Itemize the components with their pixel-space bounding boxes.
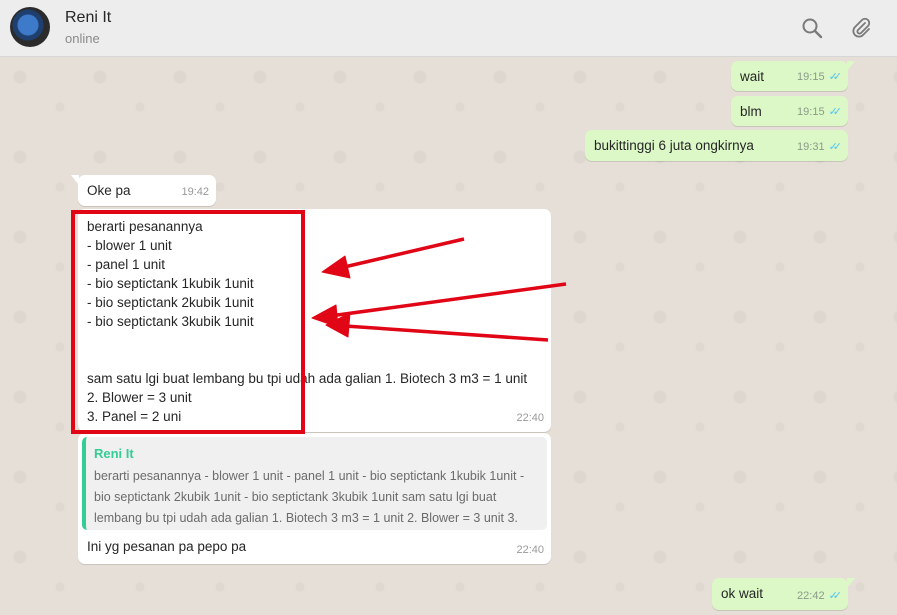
- read-ticks-icon: ✓✓: [828, 141, 843, 153]
- message-text: ok wait: [721, 586, 764, 601]
- message-time: 19:15: [797, 71, 825, 83]
- message-bubble-incoming-reply[interactable]: Reni It berarti pesanannya - blower 1 un…: [78, 433, 551, 564]
- message-meta: 19:15 ✓✓: [797, 103, 843, 122]
- message-meta: 22:40: [516, 409, 544, 428]
- message-time: 22:40: [516, 412, 544, 424]
- message-meta: 19:42: [181, 183, 209, 202]
- paperclip-icon[interactable]: [847, 14, 875, 42]
- message-bubble-outgoing[interactable]: wait 19:15 ✓✓: [731, 61, 855, 91]
- message-meta: 22:42 ✓✓: [797, 587, 843, 606]
- message-time: 19:42: [181, 186, 209, 198]
- read-ticks-icon: ✓✓: [828, 71, 843, 83]
- highlight-box: [71, 210, 305, 434]
- message-text: Ini yg pesanan pa pepo pa: [87, 539, 247, 554]
- avatar[interactable]: [10, 7, 50, 47]
- read-ticks-icon: ✓✓: [828, 106, 843, 118]
- chat-header: Reni It online: [0, 0, 897, 57]
- quoted-message[interactable]: Reni It berarti pesanannya - blower 1 un…: [82, 437, 547, 530]
- message-bubble-incoming[interactable]: Oke pa 19:42: [71, 175, 216, 206]
- message-text: Oke pa: [87, 183, 131, 198]
- message-time: 19:15: [797, 106, 825, 118]
- message-text: blm: [740, 104, 762, 119]
- message-time: 19:31: [797, 141, 825, 153]
- message-bubble-outgoing[interactable]: blm 19:15 ✓✓: [731, 96, 848, 126]
- message-bubble-outgoing[interactable]: ok wait 22:42 ✓✓: [712, 578, 855, 610]
- quote-author: Reni It: [94, 446, 134, 461]
- contact-status: online: [65, 31, 100, 46]
- quote-text: berarti pesanannya - blower 1 unit - pan…: [94, 469, 525, 525]
- read-ticks-icon: ✓✓: [828, 590, 843, 602]
- message-meta: 22:40: [516, 541, 544, 560]
- contact-name[interactable]: Reni It: [65, 9, 111, 27]
- message-meta: 19:15 ✓✓: [797, 68, 843, 87]
- message-meta: 19:31 ✓✓: [797, 138, 843, 157]
- message-time: 22:42: [797, 590, 825, 602]
- message-bubble-outgoing[interactable]: bukittinggi 6 juta ongkirnya 19:31 ✓✓: [585, 130, 848, 161]
- message-text: wait: [740, 69, 765, 84]
- message-text: bukittinggi 6 juta ongkirnya: [594, 138, 754, 153]
- message-time: 22:40: [516, 544, 544, 556]
- search-icon[interactable]: [798, 14, 826, 42]
